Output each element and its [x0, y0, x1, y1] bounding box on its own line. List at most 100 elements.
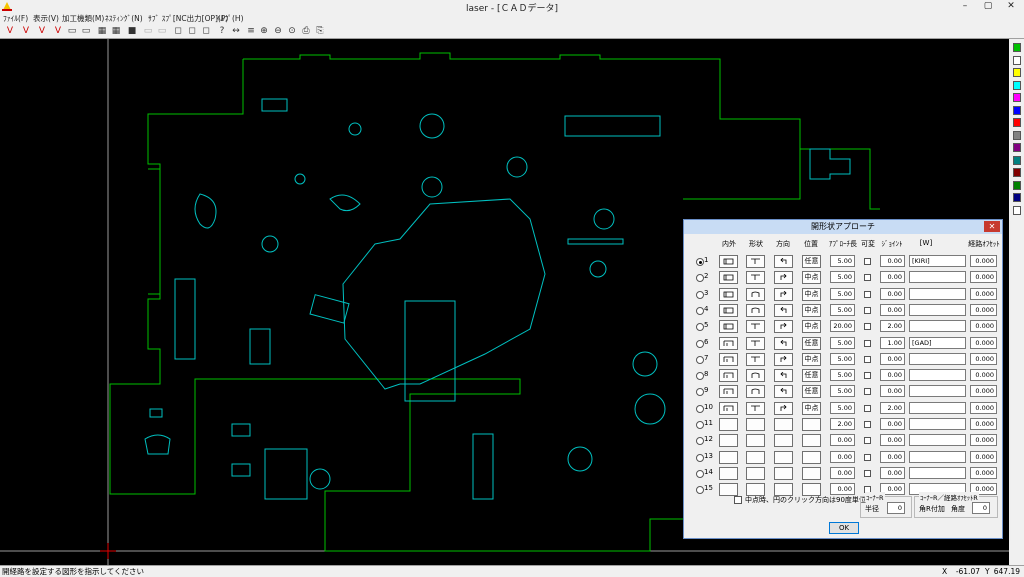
shape-button[interactable] [746, 369, 765, 383]
position-button[interactable] [802, 418, 821, 431]
w-input[interactable]: [GAD] [909, 336, 966, 349]
variable-checkbox[interactable] [864, 372, 871, 380]
shape-button[interactable] [746, 320, 765, 334]
ok-button[interactable]: OK [829, 522, 859, 534]
direction-button[interactable] [774, 352, 793, 366]
row-radio[interactable] [696, 453, 704, 462]
w-input[interactable] [909, 401, 966, 414]
shape-button[interactable] [746, 336, 765, 350]
inout-button[interactable] [719, 303, 738, 317]
position-button[interactable]: 中点 [802, 401, 821, 415]
w-input[interactable] [909, 369, 966, 382]
arrow-icon[interactable]: ↔ [230, 25, 242, 37]
zoom-in-icon[interactable]: ⊕ [258, 25, 270, 37]
direction-button[interactable] [774, 385, 793, 399]
joint-input[interactable]: 0.00 [880, 369, 905, 382]
approach-length-input[interactable]: 5.00 [830, 369, 855, 382]
shape-icon[interactable]: ◻ [172, 25, 184, 37]
joint-input[interactable]: 0.00 [880, 352, 905, 365]
palette-swatch[interactable] [1013, 130, 1021, 140]
variable-checkbox[interactable] [864, 453, 871, 461]
joint-input[interactable]: 0.00 [880, 385, 905, 398]
joint-input[interactable]: 2.00 [880, 401, 905, 414]
path-offset-input[interactable]: 0.000 [970, 418, 997, 430]
variable-checkbox[interactable] [864, 290, 871, 298]
dialog-close-button[interactable]: ✕ [984, 221, 1000, 232]
w-input[interactable] [909, 466, 966, 479]
print-preview-icon[interactable]: ⎘ [314, 25, 326, 37]
path-offset-input[interactable]: 0.000 [970, 434, 997, 447]
palette-swatch[interactable] [1013, 68, 1021, 77]
variable-checkbox[interactable] [864, 437, 871, 445]
variable-checkbox[interactable] [864, 404, 871, 412]
paste-icon[interactable]: ▭ [80, 25, 92, 37]
row-radio[interactable] [696, 421, 704, 429]
position-button[interactable] [802, 450, 821, 464]
row-radio[interactable] [696, 486, 704, 495]
path-offset-input[interactable]: 0.000 [970, 466, 997, 479]
angle-input[interactable]: 0 [972, 502, 990, 514]
path-offset-input[interactable]: 0.000 [970, 303, 997, 316]
shape-button[interactable] [746, 418, 765, 431]
path-offset-input[interactable]: 0.000 [970, 336, 997, 349]
shape-button[interactable] [746, 385, 765, 399]
w-input[interactable] [909, 418, 966, 430]
menu-file[interactable]: ﾌｧｲﾙ(F) [3, 13, 28, 24]
path-offset-input[interactable]: 0.000 [970, 320, 997, 333]
v-icon[interactable]: V [4, 25, 16, 37]
approach-length-input[interactable]: 2.00 [830, 418, 855, 430]
shape-button[interactable] [746, 287, 765, 301]
shape-button[interactable] [746, 466, 765, 480]
path-offset-input[interactable]: 0.000 [970, 450, 997, 463]
variable-checkbox[interactable] [864, 339, 871, 347]
approach-length-input[interactable]: 5.00 [830, 287, 855, 300]
palette-swatch[interactable] [1013, 155, 1021, 165]
inout-button[interactable] [719, 385, 738, 399]
palette-swatch[interactable] [1013, 93, 1021, 102]
direction-button[interactable] [774, 369, 793, 383]
variable-checkbox[interactable] [864, 274, 871, 282]
radius-input[interactable]: 0 [887, 502, 905, 514]
w-input[interactable] [909, 320, 966, 333]
shape-button[interactable] [746, 434, 765, 448]
position-button[interactable]: 中点 [802, 320, 821, 334]
approach-length-input[interactable]: 5.00 [830, 401, 855, 414]
midpoint-90deg-checkbox[interactable] [734, 496, 742, 504]
position-button[interactable]: 中点 [802, 352, 821, 366]
minimize-button[interactable]: – [954, 0, 976, 12]
shape-button[interactable] [746, 303, 765, 317]
path-offset-input[interactable]: 0.000 [970, 401, 997, 414]
position-button[interactable]: 任意 [802, 255, 821, 268]
shape-button[interactable] [746, 271, 765, 285]
direction-button[interactable] [774, 303, 793, 317]
row-radio[interactable] [696, 274, 704, 283]
inout-button[interactable] [719, 401, 738, 415]
inout-button[interactable] [719, 483, 738, 497]
inout-button[interactable] [719, 466, 738, 480]
shape-button[interactable] [746, 450, 765, 464]
w-input[interactable] [909, 352, 966, 365]
approach-length-input[interactable]: 5.00 [830, 271, 855, 284]
path-offset-input[interactable]: 0.000 [970, 271, 997, 284]
position-button[interactable] [802, 434, 821, 448]
joint-input[interactable]: 0.00 [880, 255, 905, 267]
row-radio[interactable] [696, 258, 704, 266]
direction-button[interactable] [774, 418, 793, 431]
direction-button[interactable] [774, 401, 793, 415]
palette-swatch[interactable] [1013, 55, 1021, 65]
position-button[interactable]: 任意 [802, 369, 821, 383]
palette-swatch[interactable] [1013, 193, 1021, 202]
w-input[interactable] [909, 450, 966, 463]
row-radio[interactable] [696, 355, 704, 364]
w-input[interactable] [909, 303, 966, 316]
zoom-out-icon[interactable]: ⊖ [272, 25, 284, 37]
pierce-icon[interactable]: ≡ [245, 25, 257, 37]
path-offset-input[interactable]: 0.000 [970, 352, 997, 365]
palette-swatch[interactable] [1013, 80, 1021, 90]
approach-length-input[interactable]: 0.00 [830, 483, 855, 496]
position-button[interactable]: 任意 [802, 336, 821, 350]
approach-length-input[interactable]: 5.00 [830, 385, 855, 398]
w-input[interactable] [909, 287, 966, 300]
row-radio[interactable] [696, 437, 704, 446]
approach-length-input[interactable]: 20.00 [830, 320, 855, 333]
